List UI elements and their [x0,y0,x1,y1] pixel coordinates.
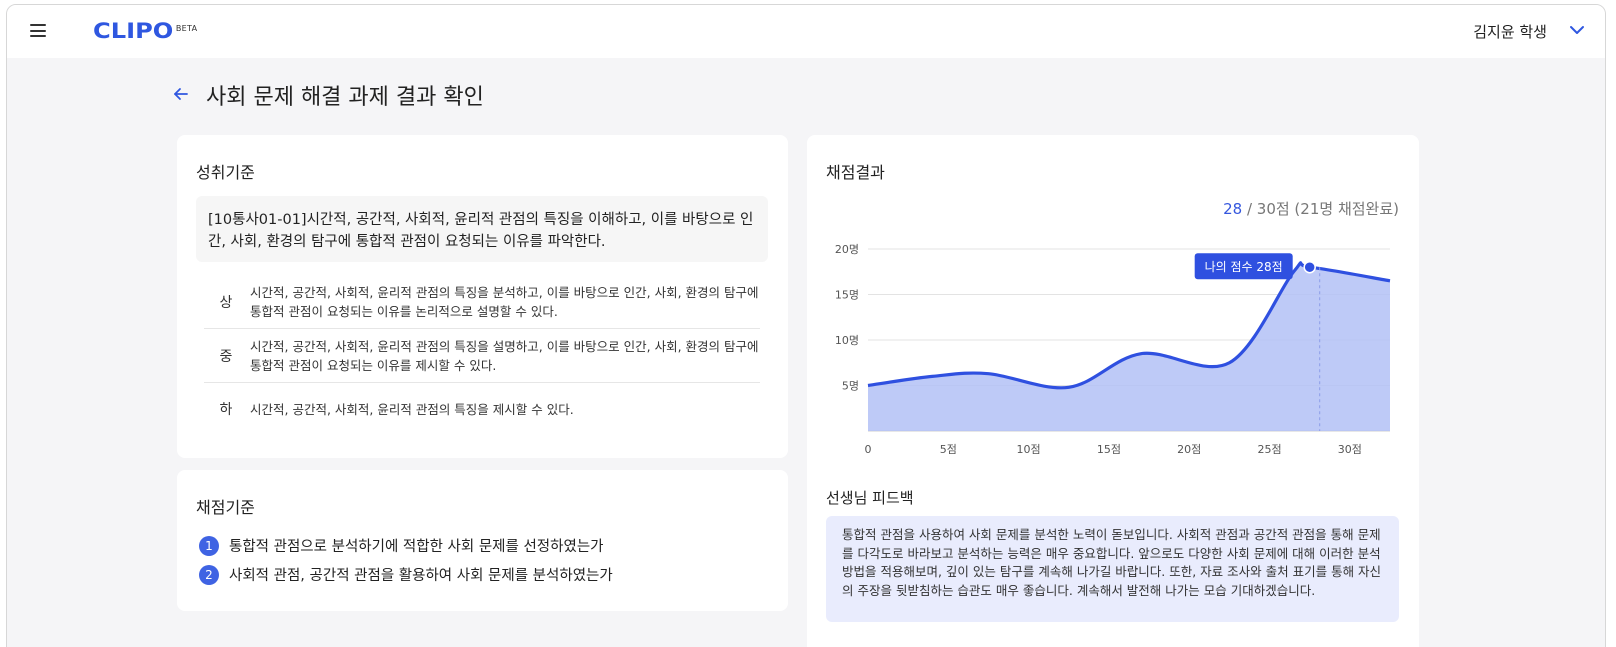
y-tick-label: 10명 [835,334,859,347]
criteria-text: 통합적 관점으로 분석하기에 적합한 사회 문제를 선정하였는가 [229,539,604,555]
criteria-text: 사회적 관점, 공간적 관점을 활용하여 사회 문제를 분석하였는가 [229,568,613,584]
back-arrow-icon[interactable] [172,85,190,103]
score-distribution-chart: 5명 10명 15명 20명 0 5점 10점 15점 20점 25점 30점 나의 점수 28점 [835,243,1391,456]
beta-badge: BETA [175,24,198,33]
criteria-item: 1 통합적 관점으로 분석하기에 적합한 사회 문제를 선정하였는가 [199,535,604,556]
teacher-feedback-title: 선생님 피드백 [826,489,914,507]
page-title: 사회 문제 해결 과제 결과 확인 [206,85,484,110]
top-bar: CLIPO BETA 김지윤 학생 [7,5,1605,58]
level-description: 시간적, 공간적, 사회적, 윤리적 관점의 특징을 분석하고, 이를 바탕으로… [250,285,759,319]
level-row-high: 상 시간적, 공간적, 사회적, 윤리적 관점의 특징을 분석하고, 이를 바탕… [204,276,760,329]
chevron-down-icon[interactable] [1569,24,1585,36]
level-label: 상 [219,295,233,311]
logo-text: CLIPO [93,19,174,43]
area-fill [868,262,1390,431]
level-label: 중 [219,348,233,365]
achievement-standard-card: 성취기준 [10통사01-01]시간적, 공간적, 사회적, 윤리적 관점의 특… [177,135,788,458]
teacher-feedback-text: 통합적 관점을 사용하여 사회 문제를 분석한 노력이 돋보입니다. 사회적 관… [826,516,1399,622]
y-tick-label: 20명 [835,243,859,256]
standard-text: [10통사01-01]시간적, 공간적, 사회적, 윤리적 관점의 특징을 이해… [196,196,768,262]
grading-criteria-title: 채점기준 [196,498,255,517]
app-window: CLIPO BETA 김지윤 학생 사회 문제 해결 과제 결과 확인 성취기준… [6,4,1606,647]
grading-criteria-card: 채점기준 1 통합적 관점으로 분석하기에 적합한 사회 문제를 선정하였는가 … [177,470,788,611]
tooltip-label: 나의 점수 28점 [1205,260,1283,274]
hamburger-menu-icon[interactable] [30,24,46,37]
y-tick-label: 15명 [835,289,859,302]
level-row-mid: 중 시간적, 공간적, 사회적, 윤리적 관점의 특징을 설명하고, 이를 바탕… [204,329,760,383]
x-tick-label: 30점 [1338,443,1362,456]
x-tick-label: 0 [865,443,872,456]
y-tick-label: 5명 [842,380,859,393]
x-tick-label: 15점 [1097,443,1121,456]
achievement-standard-title: 성취기준 [196,163,255,182]
x-tick-label: 10점 [1017,443,1041,456]
criteria-item: 2 사회적 관점, 공간적 관점을 활용하여 사회 문제를 분석하였는가 [199,564,613,585]
x-tick-label: 5점 [940,443,957,456]
x-tick-label: 25점 [1257,443,1281,456]
level-label: 하 [219,402,233,418]
logo[interactable]: CLIPO BETA [93,19,197,43]
criteria-number-badge: 1 [199,535,219,556]
level-row-low: 하 시간적, 공간적, 사회적, 윤리적 관점의 특징을 제시할 수 있다. [204,383,760,435]
criteria-number-badge: 2 [199,564,219,585]
my-score-point [1303,260,1316,274]
level-description: 시간적, 공간적, 사회적, 윤리적 관점의 특징을 제시할 수 있다. [250,401,574,417]
level-description: 시간적, 공간적, 사회적, 윤리적 관점의 특징을 설명하고, 이를 바탕으로… [250,338,759,373]
grading-result-card: 채점결과 28 / 30점 (21명 채점완료) 5명 10명 15명 20명 0 5점 1… [807,135,1419,647]
x-tick-label: 20점 [1177,443,1201,456]
user-name[interactable]: 김지윤 학생 [1473,21,1547,42]
